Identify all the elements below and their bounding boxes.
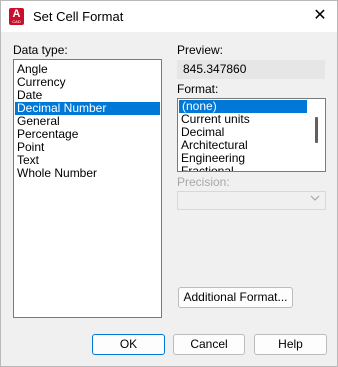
title-bar: A CAD Set Cell Format ✕ xyxy=(1,1,337,32)
precision-label: Precision: xyxy=(177,175,230,189)
chevron-down-icon xyxy=(310,194,320,205)
autocad-app-icon: A CAD xyxy=(9,8,24,25)
format-label: Format: xyxy=(177,82,219,96)
set-cell-format-dialog: A CAD Set Cell Format ✕ Data type: Angle… xyxy=(0,0,338,367)
ok-button[interactable]: OK xyxy=(92,334,165,355)
format-item[interactable]: Fractional xyxy=(178,165,307,172)
data-type-label-text: Data type: xyxy=(13,43,68,57)
preview-label: Preview: xyxy=(177,43,224,57)
app-icon-sub: CAD xyxy=(12,19,21,24)
data-type-label: Data type: xyxy=(13,43,68,57)
additional-format-button[interactable]: Additional Format... xyxy=(178,287,293,308)
dialog-title: Set Cell Format xyxy=(33,9,124,24)
cancel-button[interactable]: Cancel xyxy=(173,334,245,355)
help-button[interactable]: Help xyxy=(254,334,327,355)
format-list[interactable]: (none) Current units Decimal Architectural E… xyxy=(177,98,326,172)
precision-dropdown[interactable] xyxy=(177,191,326,210)
preview-value: 845.347860 xyxy=(177,60,325,79)
data-type-item[interactable]: Whole Number xyxy=(15,167,160,180)
data-type-list[interactable]: Angle Currency Date Decimal Number General Pe… xyxy=(13,59,162,318)
close-icon[interactable]: ✕ xyxy=(309,6,331,26)
format-list-scrollbar[interactable] xyxy=(315,117,318,143)
